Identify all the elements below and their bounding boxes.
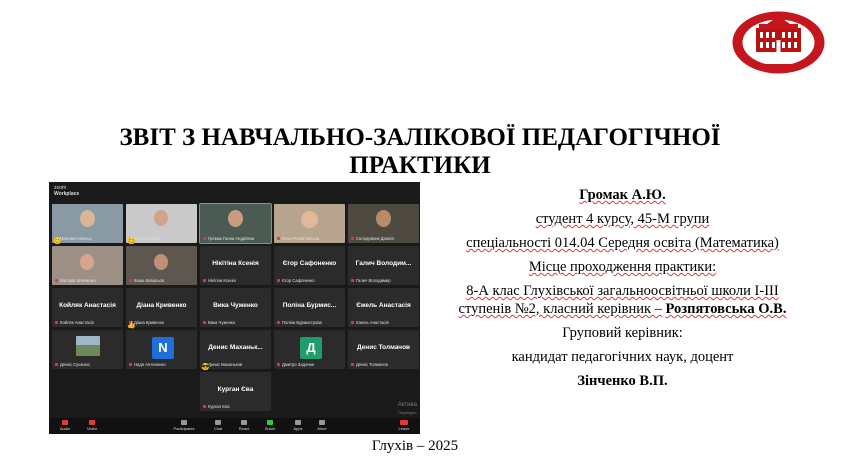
participant-tile: Вика Чуженко Вика Чуженко: [200, 288, 271, 327]
university-logo: [731, 10, 826, 75]
participant-tile-video: 😊 Вікторія Шевченко: [52, 238, 123, 285]
participant-label: Денис Сушенко: [55, 362, 90, 367]
participant-tile: 👍 N Надя Антипенко: [126, 322, 197, 369]
microphone-icon: [62, 420, 68, 425]
participant-tile: Денис Толмачов Денис Толмачов: [348, 330, 419, 369]
more-button[interactable]: More: [311, 420, 333, 431]
participant-label: Денис Толмачов: [351, 362, 388, 367]
participant-tile: Нікітіна Ксенія Нікітіна Ксенія: [200, 246, 271, 285]
participant-tile: Д Дмитро Задачин: [274, 330, 345, 369]
reaction-emoji: 👍: [127, 322, 136, 329]
participant-label: Єжель Анастасія: [351, 320, 389, 325]
chat-icon: [215, 420, 221, 425]
student-specialty: спеціальності 014.04 Середня освіта (Мат…: [466, 235, 779, 251]
more-icon: [319, 420, 325, 425]
participants-button[interactable]: Participants: [173, 420, 195, 431]
leader-name: Зінченко В.П.: [577, 373, 668, 389]
reaction-emoji: 😊: [127, 238, 136, 245]
avatar-letter: N: [152, 337, 174, 359]
zoom-toolbar: Audio Video Participants Chat React Shar…: [49, 418, 420, 434]
participant-label: Юлія Розпятовська: [277, 236, 319, 241]
participant-label: Вікторія Шевченко: [55, 278, 96, 283]
participant-label: Вика Чуженко: [203, 320, 235, 325]
participant-label: Дмитро Задачин: [277, 362, 314, 367]
practice-place-label: Місце проходження практики:: [528, 259, 717, 275]
participant-label: Громак Ганна Андріївна: [203, 236, 254, 241]
participant-tile-video-active: Громак Ганна Андріївна: [199, 203, 272, 244]
participant-tile: Діана Кривенко Діана Кривенко: [126, 288, 197, 327]
school-line-1: 8-А клас Глухівської загальноосвітньої ш…: [466, 283, 779, 299]
participant-label: Койляк Анастасія: [55, 320, 94, 325]
avatar-letter: Д: [300, 337, 322, 359]
participant-label: Єгор Сафоненко: [277, 278, 315, 283]
participant-label: Кеша Ковальов: [129, 278, 164, 283]
reaction-emoji: 😊: [53, 238, 62, 245]
school-line-2: ступенів №2, класний керівник –: [458, 301, 662, 317]
chat-button[interactable]: Chat: [207, 420, 229, 431]
student-name: Громак А.Ю.: [579, 187, 666, 203]
participant-tile: Койляк Анастасія Койляк Анастасія: [52, 288, 123, 327]
zoom-meeting-screenshot: zoom Workplace Максим Клімець Sonia Skry…: [49, 182, 420, 434]
heart-icon: [241, 420, 247, 425]
apps-icon: [295, 420, 301, 425]
video-button[interactable]: Video: [81, 420, 103, 431]
participant-tile: Денис Сушенко: [52, 330, 123, 369]
page-title: ЗВІТ З НАВЧАЛЬНО-ЗАЛІКОВОЇ ПЕДАГОГІЧНОЇ …: [119, 124, 721, 179]
audio-button[interactable]: Audio: [54, 420, 76, 431]
landscape-avatar: [76, 336, 100, 356]
participant-label: Галич Володимир: [351, 278, 391, 283]
participant-tile: Денис Маханьк... Денис Маханьков: [200, 330, 271, 369]
participant-tile-video: 😊 Кеша Ковальов: [126, 238, 197, 285]
participant-tile-video: Sonia Skrypka: [126, 204, 197, 243]
student-info: Громак А.Ю. студент 4 курсу, 45-М групи …: [430, 186, 815, 390]
student-course: студент 4 курсу, 45-М групи: [535, 211, 710, 227]
camera-icon: [89, 420, 95, 425]
footer-city-year: Глухів – 2025: [371, 438, 459, 454]
react-button[interactable]: React: [233, 420, 255, 431]
participant-tile: Єгор Сафоненко Єгор Сафоненко: [274, 246, 345, 285]
participant-tile-video: Юлія Розпятовська: [274, 204, 345, 243]
participant-tile: Поліна Бурмис... Поліна Бурмистрова: [274, 288, 345, 327]
participant-tile-video: Солодовник Даниїл: [348, 204, 419, 243]
group-leader-label: Груповий керівник:: [562, 325, 683, 341]
participant-label: Нікітіна Ксенія: [203, 278, 236, 283]
leave-icon: [400, 420, 408, 425]
zoom-brand: zoom Workplace: [54, 185, 80, 197]
participant-label: Поліна Бурмистрова: [277, 320, 322, 325]
participant-label: Курган Єва: [203, 404, 230, 409]
class-teacher-name: Розпятовська О.В.: [665, 301, 787, 317]
participant-tile: 😎 Курган Єва Курган Єва: [200, 364, 271, 411]
participant-tile: Єжель Анастасія Єжель Анастасія: [348, 288, 419, 327]
windows-activation-watermark: Актива Перейдіть: [397, 402, 417, 415]
participant-label: Надя Антипенко: [129, 362, 166, 367]
apps-button[interactable]: Apps: [287, 420, 309, 431]
participant-label: Солодовник Даниїл: [351, 236, 394, 241]
participants-icon: [181, 420, 187, 425]
leave-button[interactable]: Leave: [393, 420, 415, 431]
participant-tile-video: Максим Клімець: [52, 204, 123, 243]
share-button[interactable]: Share: [259, 420, 281, 431]
reaction-emoji: 😎: [201, 364, 210, 371]
leader-degree: кандидат педагогічних наук, доцент: [511, 349, 734, 365]
participant-tile: Галич Володим... Галич Володимир: [348, 246, 419, 285]
share-arrow-icon: [267, 420, 273, 425]
